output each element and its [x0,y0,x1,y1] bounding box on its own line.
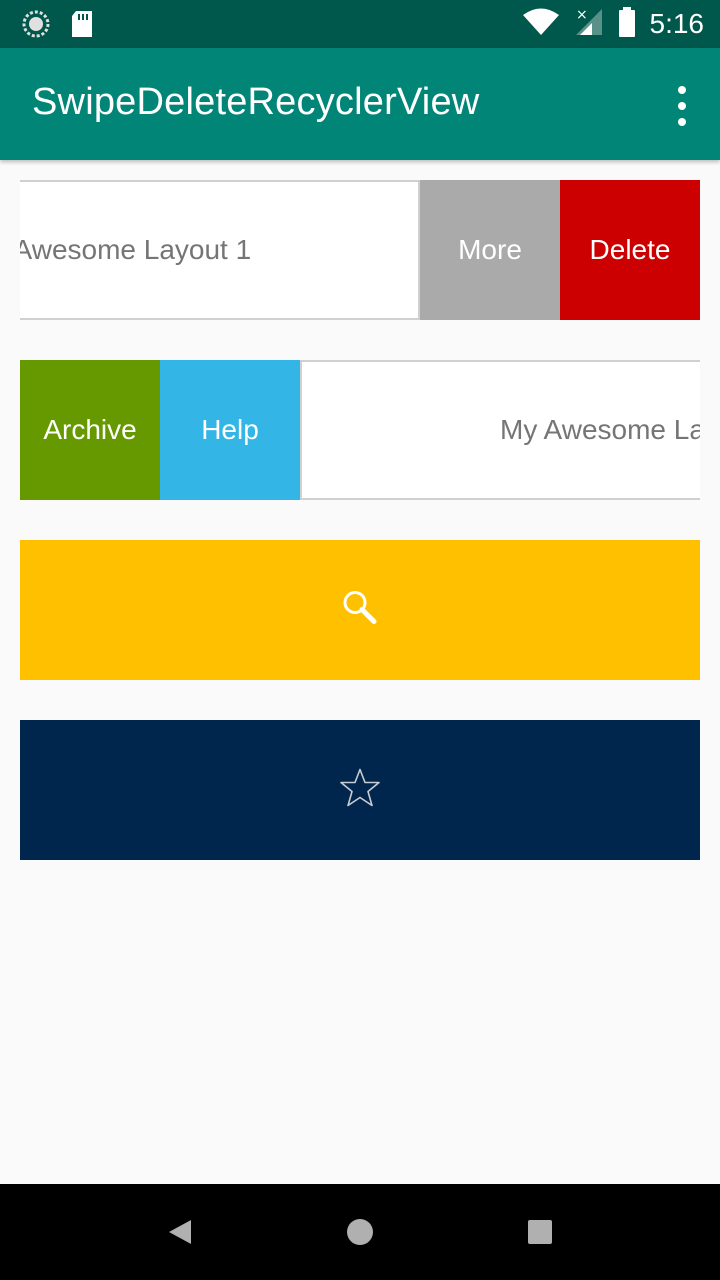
list-item-surface[interactable]: My Awesome Layout 2 [300,360,700,500]
archive-button[interactable]: Archive [20,360,160,500]
archive-button-label: Archive [43,414,137,445]
search-action-row[interactable] [20,540,700,680]
help-button[interactable]: Help [160,360,300,500]
app-bar: SwipeDeleteRecyclerView [0,48,720,160]
app-title: SwipeDeleteRecyclerView [32,81,480,123]
home-icon[interactable] [312,1184,408,1280]
favorite-action-row[interactable] [20,720,700,860]
star-outline-icon[interactable] [339,768,381,813]
battery-icon [618,6,636,42]
delete-button-label: Delete [589,234,671,265]
status-clock: 5:16 [649,8,705,39]
help-button-label: Help [201,414,259,445]
signal-icon: × [574,7,604,42]
status-bar: × 5:16 [0,0,720,48]
more-vert-icon[interactable] [670,86,694,126]
svg-text:×: × [576,7,588,23]
list-item-label: My Awesome Layout 1 [20,234,252,265]
sync-icon [22,10,50,43]
more-button-label: More [458,234,522,265]
list-item-label: My Awesome Layout 2 [500,414,700,445]
navigation-bar [0,1184,720,1280]
list-item-surface[interactable]: My Awesome Layout 1 [20,180,420,320]
list-item[interactable]: My Awesome Layout 1 More Delete [20,180,700,320]
delete-button[interactable]: Delete [560,180,700,320]
back-icon[interactable] [132,1184,228,1280]
list-item[interactable]: Archive Help My Awesome Layout 2 [20,360,700,500]
more-button[interactable]: More [420,180,560,320]
wifi-icon [522,8,560,41]
recents-icon[interactable] [492,1184,588,1280]
search-icon[interactable] [341,589,379,632]
sd-card-icon [70,10,94,43]
